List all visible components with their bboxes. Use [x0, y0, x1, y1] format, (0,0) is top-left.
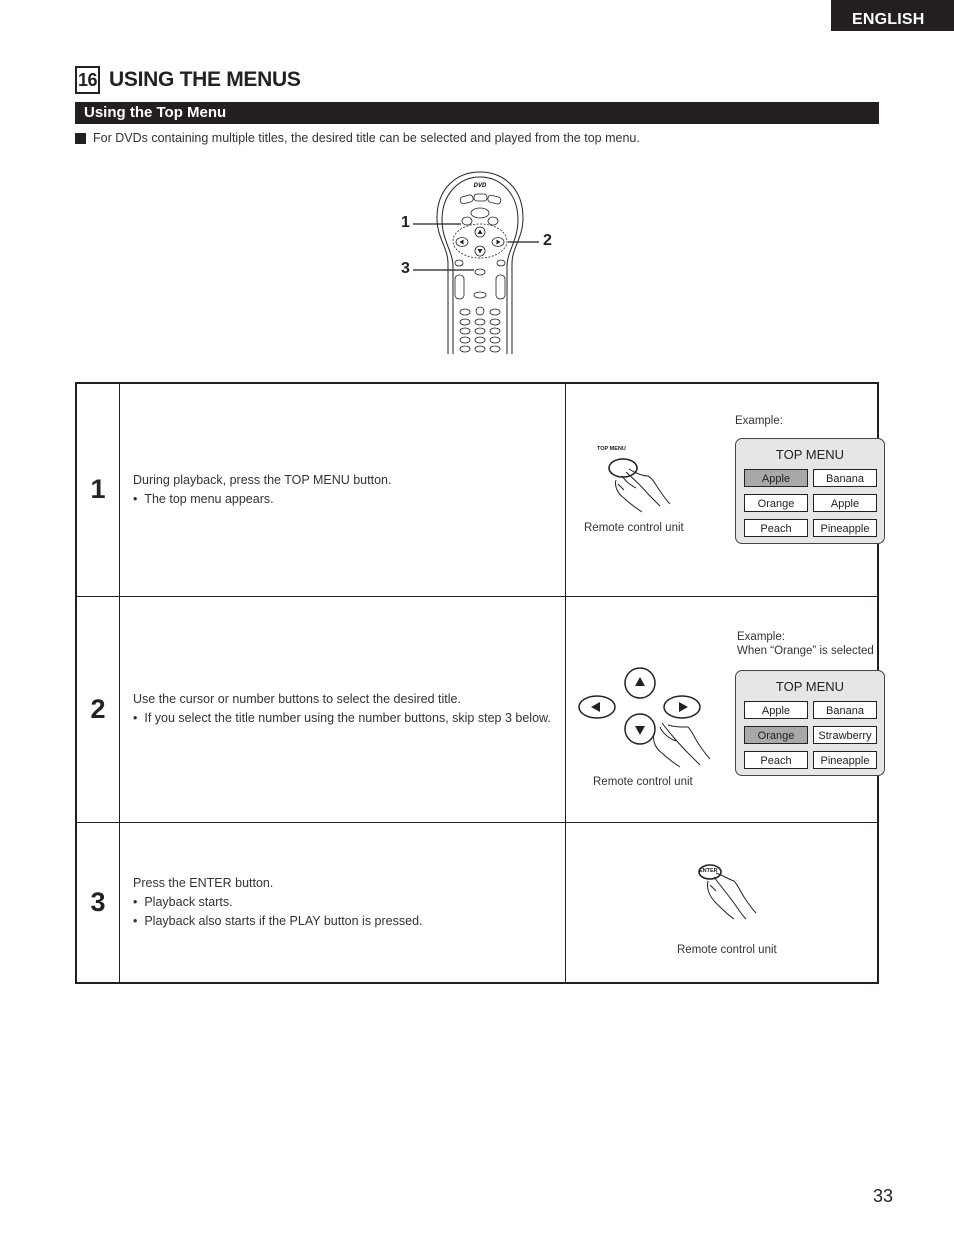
menu-item[interactable]: Orange [744, 494, 808, 512]
language-tab: ENGLISH [831, 0, 954, 31]
step-text: Press the ENTER button. • Playback start… [119, 821, 566, 984]
bullet-text: If you select the title number using the… [144, 711, 551, 725]
example-sublabel: When “Orange” is selected [737, 644, 874, 657]
enter-button-label: ENTER [699, 867, 718, 874]
step-row: 3 Press the ENTER button. • Playback sta… [75, 821, 879, 984]
bullet-glyph: • [133, 913, 138, 928]
menu-title: TOP MENU [775, 678, 845, 694]
section-number: 16 [75, 66, 101, 94]
menu-item[interactable]: Peach [744, 750, 808, 769]
intro-paragraph: For DVDs containing multiple titles, the… [75, 131, 640, 145]
bullet-text: Playback starts. [144, 894, 233, 909]
step-row: 1 During playback, press the TOP MENU bu… [75, 382, 885, 597]
top-menu-button-label: TOP MENU [597, 446, 626, 452]
top-menu-example: TOP MENU Apple Banana Orange Apple Peach… [735, 438, 885, 544]
dvd-logo: DVD [474, 183, 487, 189]
callout-3: 3 [401, 260, 410, 277]
bullet-glyph: • [133, 894, 138, 909]
section-heading: USING THE MENUS [109, 68, 301, 91]
section-title: 16 USING THE MENUS [75, 66, 301, 94]
bullet-text: Playback also starts if the PLAY button … [144, 913, 423, 928]
menu-item[interactable]: Peach [744, 519, 808, 537]
remote-control-illustration: DVD [413, 171, 539, 354]
menu-title: TOP MENU [775, 447, 845, 462]
step-instruction: Press the ENTER button. [133, 875, 274, 890]
step-illustration: ENTER Remote control unit [565, 821, 879, 984]
menu-item-selected[interactable]: Orange [744, 725, 808, 744]
callout-1: 1 [401, 214, 410, 231]
menu-item[interactable]: Banana [813, 469, 877, 487]
step-text: Use the cursor or number buttons to sele… [119, 595, 566, 823]
subheading-bar: Using the Top Menu [75, 102, 879, 124]
remote-caption: Remote control unit [593, 775, 693, 788]
menu-item[interactable]: Strawberry [813, 725, 877, 744]
menu-item[interactable]: Pineapple [813, 750, 877, 769]
callout-2: 2 [543, 232, 552, 249]
step-illustration: TOP MENU Remote control unit Example: TO… [565, 382, 885, 597]
steps-table: 1 During playback, press the TOP MENU bu… [75, 382, 885, 984]
step-bullet: • Playback also starts if the PLAY butto… [133, 912, 557, 931]
step-illustration: Remote control unit Example: When “Orang… [565, 595, 885, 823]
remote-caption: Remote control unit [584, 522, 684, 534]
menu-item[interactable]: Apple [813, 494, 877, 512]
step-bullet: • Playback starts. [133, 893, 557, 912]
step-number: 2 [75, 595, 120, 823]
step-row: 2 Use the cursor or number buttons to se… [75, 595, 885, 823]
remote-control-diagram: DVD 1 2 3 [395, 168, 565, 356]
cursor-buttons-icon [578, 666, 711, 767]
bullet-glyph: • [133, 711, 138, 725]
menu-grid: Apple Banana Orange Strawberry Peach Pin… [744, 700, 877, 769]
bullet-glyph: • [133, 491, 138, 506]
intro-text: For DVDs containing multiple titles, the… [93, 131, 640, 145]
step-bullet: • The top menu appears. [133, 490, 557, 509]
menu-grid: Apple Banana Orange Apple Peach Pineappl… [744, 469, 877, 537]
step-bullet: • If you select the title number using t… [133, 709, 557, 728]
step-number: 1 [75, 382, 120, 597]
menu-item[interactable]: Pineapple [813, 519, 877, 537]
menu-item-selected[interactable]: Apple [744, 469, 808, 487]
step-instruction: Use the cursor or number buttons to sele… [133, 692, 461, 706]
step-instruction: During playback, press the TOP MENU butt… [133, 472, 392, 487]
square-bullet-icon [75, 132, 86, 144]
hand-pressing-button-icon [608, 458, 671, 513]
remote-caption: Remote control unit [677, 943, 777, 956]
page-number: 33 [873, 1186, 894, 1206]
example-label: Example: [737, 630, 785, 643]
bullet-text: The top menu appears. [144, 491, 274, 506]
step-number: 3 [75, 821, 120, 984]
example-label: Example: [735, 415, 783, 427]
step-text: During playback, press the TOP MENU butt… [119, 382, 566, 597]
menu-item[interactable]: Banana [813, 700, 877, 719]
top-menu-example: TOP MENU Apple Banana Orange Strawberry … [735, 669, 885, 776]
menu-item[interactable]: Apple [744, 700, 808, 719]
